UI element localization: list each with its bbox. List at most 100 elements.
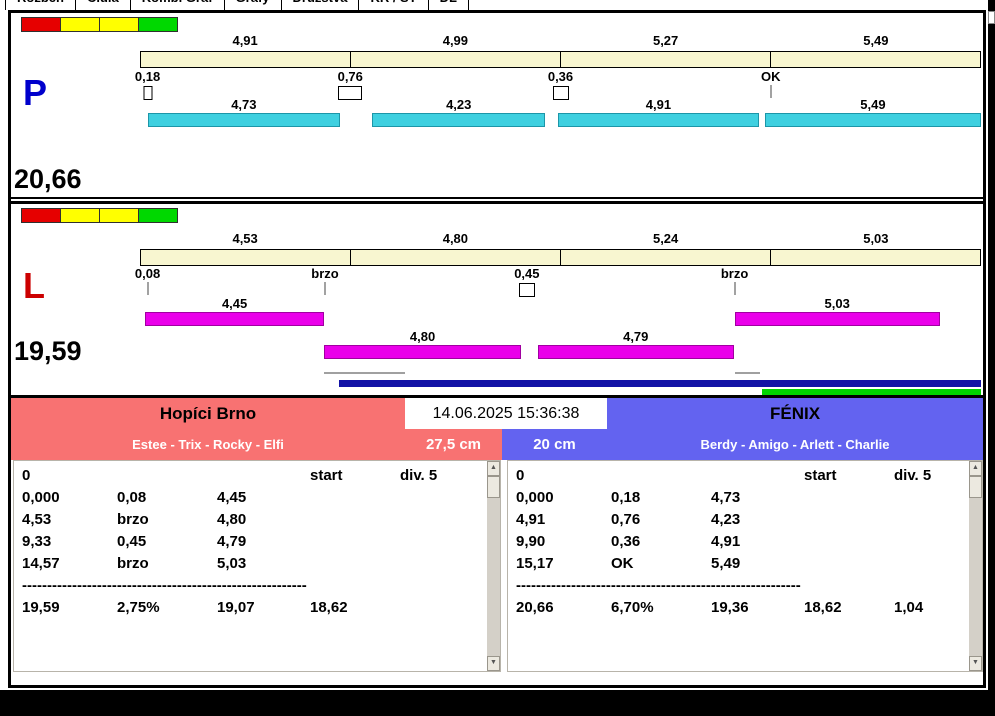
split-value: 5,49 xyxy=(863,33,889,48)
scrollbar-thumb[interactable] xyxy=(969,476,982,498)
split-values-row: 4,91 4,99 5,27 5,49 xyxy=(140,33,981,48)
cell: 14,57 xyxy=(22,555,60,572)
bar-fill xyxy=(537,345,734,359)
sensor-tick xyxy=(147,282,149,295)
split-value: 5,03 xyxy=(863,231,889,246)
table-scrollbar-right[interactable]: ▲ ▼ xyxy=(969,461,982,671)
split-values-row: 4,53 4,80 5,24 5,03 xyxy=(140,231,981,246)
table-header-row: 0 start div. 5 xyxy=(508,467,968,489)
mark-label: 0,18 xyxy=(134,69,161,84)
total-cell: 1,04 xyxy=(894,599,924,616)
bar-fill xyxy=(147,113,341,127)
window-scrollbar-stub[interactable] xyxy=(988,11,995,24)
table-row: 14,57 brzo 5,03 xyxy=(14,555,486,577)
tab-bar: Rozbeh Cidla Kombi Graf Grafy Druzstva K… xyxy=(0,0,986,10)
tab-label: Druzstva xyxy=(293,0,348,5)
panel-p-letter: P xyxy=(23,72,48,113)
split-value: 4,91 xyxy=(232,33,258,48)
split-value: 4,99 xyxy=(442,33,469,48)
ruler-segment xyxy=(141,250,351,265)
cell: 4,23 xyxy=(711,511,741,528)
scrollbar-thumb[interactable] xyxy=(487,476,500,498)
totals-row: 20,66 6,70% 19,36 18,62 1,04 xyxy=(508,599,968,621)
scoreboard: Hopíci Brno 14.06.2025 15:36:38 FÉNIX Es… xyxy=(8,398,986,688)
total-cell: 19,59 xyxy=(22,599,60,616)
table-scrollbar-left[interactable]: ▲ ▼ xyxy=(487,461,500,671)
cell: 0,000 xyxy=(516,489,554,506)
status-yellow-box xyxy=(60,17,100,32)
table-row: 9,90 0,36 4,91 xyxy=(508,533,968,555)
team-right-members: Berdy - Amigo - Arlett - Charlie xyxy=(700,437,890,452)
cell: 4,53 xyxy=(22,511,52,528)
total-cell: 18,62 xyxy=(310,599,348,616)
total-time-l: 19,59 xyxy=(14,336,82,366)
cell: 5,03 xyxy=(217,555,247,572)
panel-l-letter: L xyxy=(23,265,45,306)
datetime-box: 14.06.2025 15:36:38 xyxy=(405,398,607,429)
mark-label: 0,08 xyxy=(134,266,161,281)
panel-l: L 4,53 4,80 5,24 5,03 0,08 brzo 0,45 brz… xyxy=(11,204,983,369)
ruler-bar xyxy=(140,51,981,68)
progress-bar-green xyxy=(762,389,981,395)
tab-kombi-graf[interactable]: Kombi Graf xyxy=(129,0,225,10)
bar-fill xyxy=(734,312,940,326)
cell: 0,76 xyxy=(611,511,641,528)
tab-grafy[interactable]: Grafy xyxy=(223,0,282,10)
header-div: div. 5 xyxy=(894,467,932,484)
scroll-down-button[interactable]: ▼ xyxy=(969,656,982,671)
scroll-up-button[interactable]: ▲ xyxy=(487,461,500,476)
cell: 0,000 xyxy=(22,489,60,506)
tab-cidla[interactable]: Cidla xyxy=(74,0,131,10)
team-right-subheader: 20 cm Berdy - Amigo - Arlett - Charlie xyxy=(502,429,983,460)
sensor-marks-row: 0,08 brzo 0,45 brzo xyxy=(135,266,981,300)
tab-label: Kombi Graf xyxy=(142,0,213,5)
team-left-members: Estee - Trix - Rocky - Elfi xyxy=(132,437,284,452)
bar-value: 5,03 xyxy=(824,296,850,311)
tab-label: KR / ST xyxy=(370,0,416,5)
cell: 4,79 xyxy=(217,533,247,550)
totals-row: 19,59 2,75% 19,07 18,62 xyxy=(14,599,486,621)
cell: brzo xyxy=(117,511,149,528)
bar-value: 4,80 xyxy=(409,329,436,344)
tab-dl[interactable]: DL xyxy=(427,0,470,10)
status-green-box xyxy=(138,17,178,32)
graph-container: P 4,91 4,99 5,27 5,49 0,18 0,76 0,36 OK … xyxy=(8,10,986,398)
bar-fill xyxy=(764,113,981,127)
scroll-down-button[interactable]: ▼ xyxy=(487,656,500,671)
header-div: div. 5 xyxy=(400,467,438,484)
arrow-up-icon: ▲ xyxy=(490,464,497,471)
header-start: start xyxy=(310,467,343,484)
mark-label: brzo xyxy=(720,266,749,281)
tab-rozbeh[interactable]: Rozbeh xyxy=(5,0,76,10)
split-bar: 4,23 xyxy=(372,97,546,127)
tab-strip: Rozbeh Cidla Kombi Graf Grafy Druzstva K… xyxy=(5,0,470,10)
cell: 15,17 xyxy=(516,555,554,572)
arrow-down-icon: ▼ xyxy=(972,659,979,666)
status-red-box xyxy=(21,17,61,32)
application-window: Rozbeh Cidla Kombi Graf Grafy Druzstva K… xyxy=(0,0,995,716)
table-header-row: 0 start div. 5 xyxy=(14,467,486,489)
split-bar: 4,73 xyxy=(147,97,341,127)
tab-druzstva[interactable]: Druzstva xyxy=(280,0,360,10)
sensor-checkbox[interactable] xyxy=(518,283,535,297)
progress-strip-inner xyxy=(140,369,981,395)
total-cell: 19,07 xyxy=(217,599,255,616)
status-red-box xyxy=(21,208,61,223)
bar-fill xyxy=(145,312,325,326)
panel-divider xyxy=(11,197,983,204)
split-bar: 4,91 xyxy=(557,97,759,127)
total-cell: 6,70% xyxy=(611,599,654,616)
total-cell: 20,66 xyxy=(516,599,554,616)
mark-label: OK xyxy=(761,69,781,84)
table-row: 15,17 OK 5,49 xyxy=(508,555,968,577)
bar-value: 4,91 xyxy=(645,97,672,112)
tab-label: Cidla xyxy=(87,0,119,5)
status-color-strip xyxy=(21,17,178,32)
scroll-up-button[interactable]: ▲ xyxy=(969,461,982,476)
split-bar: 4,79 xyxy=(537,329,734,359)
split-value: 5,27 xyxy=(652,33,679,48)
tab-kr-st[interactable]: KR / ST xyxy=(358,0,429,10)
bar-value: 4,23 xyxy=(446,97,472,112)
arrow-down-icon: ▼ xyxy=(490,659,497,666)
app-background: Rozbeh Cidla Kombi Graf Grafy Druzstva K… xyxy=(0,0,990,690)
